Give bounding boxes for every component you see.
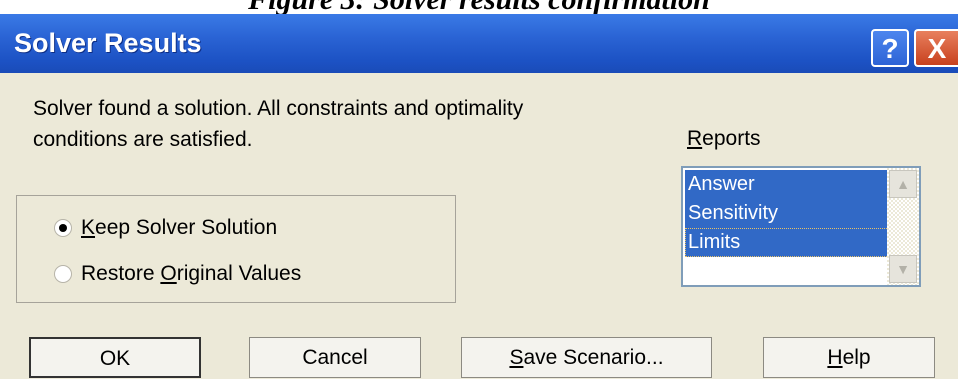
window-title: Solver Results	[14, 28, 202, 58]
restore-values-radio[interactable]	[54, 265, 72, 283]
message-line-2: conditions are satisfied.	[33, 128, 253, 151]
question-mark-icon: ?	[881, 33, 899, 64]
arrow-down-icon: ▼	[896, 261, 910, 277]
report-item-sensitivity[interactable]: Sensitivity	[685, 199, 889, 228]
restore-original-values-option[interactable]: Restore Original Values	[54, 259, 301, 289]
result-message: Solver found a solution. All constraints…	[33, 93, 523, 155]
message-line-1: Solver found a solution. All constraints…	[33, 97, 524, 120]
help-title-button[interactable]: ?	[871, 29, 909, 67]
save-scenario-button[interactable]: Save Scenario...	[461, 337, 712, 378]
help-button[interactable]: Help	[763, 337, 935, 378]
reports-label: Reports	[687, 127, 761, 150]
cancel-button[interactable]: Cancel	[249, 337, 421, 378]
title-bar: Solver Results ? X	[0, 14, 958, 73]
restore-values-label: Restore Original Values	[81, 262, 302, 285]
close-button[interactable]: X	[914, 29, 958, 67]
reports-listbox[interactable]: Answer Sensitivity Limits ▲ ▼	[681, 166, 921, 287]
ok-button[interactable]: OK	[29, 337, 201, 378]
report-item-answer[interactable]: Answer	[685, 170, 889, 199]
keep-solver-solution-option[interactable]: Keep Solver Solution	[54, 213, 277, 243]
arrow-up-icon: ▲	[896, 176, 910, 192]
solution-options-group: Keep Solver Solution Restore Original Va…	[16, 195, 456, 303]
keep-solution-radio[interactable]	[54, 219, 72, 237]
close-icon: X	[927, 33, 947, 64]
report-item-limits[interactable]: Limits	[685, 228, 889, 257]
scroll-up-button[interactable]: ▲	[889, 170, 917, 198]
keep-solution-label: Keep Solver Solution	[81, 216, 278, 239]
listbox-scrollbar[interactable]: ▲ ▼	[887, 168, 919, 285]
dialog-body: Solver found a solution. All constraints…	[0, 73, 958, 379]
scroll-down-button[interactable]: ▼	[889, 255, 917, 283]
